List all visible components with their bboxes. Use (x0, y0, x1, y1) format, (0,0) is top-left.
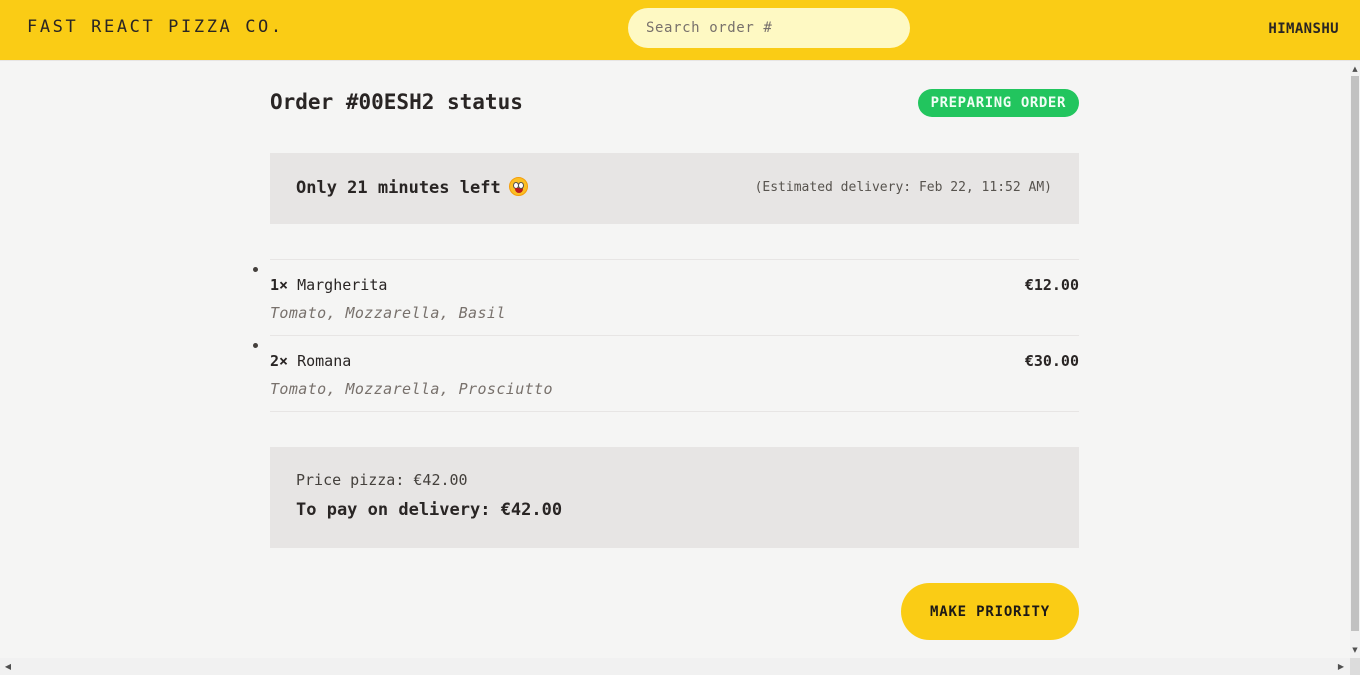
username: HIMANSHU (1268, 21, 1339, 37)
status-badge: PREPARING ORDER (917, 89, 1079, 117)
app-header: FAST REACT PIZZA CO. HIMANSHU (0, 0, 1360, 61)
item-price: €12.00 (1024, 276, 1079, 294)
scroll-down-icon[interactable]: ▼ (1351, 644, 1359, 656)
grinning-face-icon (508, 177, 528, 196)
vertical-scroll-thumb[interactable] (1351, 76, 1359, 631)
item-qty: 2× (270, 352, 289, 370)
item-title: Romana (297, 352, 352, 370)
item-qty: 1× (270, 276, 289, 294)
item-name: 2× Romana (270, 352, 351, 370)
item-title: Margherita (297, 276, 388, 294)
list-item: 1× Margherita €12.00 Tomato, Mozzarella,… (270, 260, 1079, 336)
item-price: €30.00 (1024, 352, 1079, 370)
search-order-input[interactable] (628, 8, 910, 48)
scroll-up-icon[interactable]: ▲ (1351, 63, 1359, 75)
logo-link[interactable]: FAST REACT PIZZA CO. (27, 17, 284, 37)
scroll-left-icon[interactable]: ◀ (2, 660, 14, 673)
order-title: Order #00ESH2 status (270, 90, 523, 114)
time-left-label: Only 21 minutes left (296, 178, 501, 198)
vertical-scrollbar[interactable]: ▲ ▼ (1350, 61, 1360, 658)
list-item: 2× Romana €30.00 Tomato, Mozzarella, Pro… (270, 336, 1079, 412)
delivery-time-panel: Only 21 minutes left (Estimated delivery… (270, 153, 1079, 224)
item-ingredients: Tomato, Mozzarella, Basil (270, 304, 506, 322)
estimated-delivery: (Estimated delivery: Feb 22, 11:52 AM) (754, 180, 1052, 195)
price-summary-panel: Price pizza: €42.00 To pay on delivery: … (270, 447, 1079, 548)
to-pay-on-delivery: To pay on delivery: €42.00 (296, 500, 563, 520)
item-name: 1× Margherita (270, 276, 387, 294)
scrollbar-corner (1350, 658, 1360, 675)
time-left-text: Only 21 minutes left (296, 177, 528, 198)
order-page: Order #00ESH2 status PREPARING ORDER Onl… (270, 61, 1079, 658)
make-priority-button[interactable]: MAKE PRIORITY (901, 583, 1079, 640)
item-ingredients: Tomato, Mozzarella, Prosciutto (270, 380, 553, 398)
horizontal-scrollbar[interactable]: ◀ ▶ (0, 658, 1350, 675)
price-pizza: Price pizza: €42.00 (296, 471, 468, 489)
order-items-list: 1× Margherita €12.00 Tomato, Mozzarella,… (270, 259, 1079, 412)
scroll-right-icon[interactable]: ▶ (1335, 660, 1347, 673)
